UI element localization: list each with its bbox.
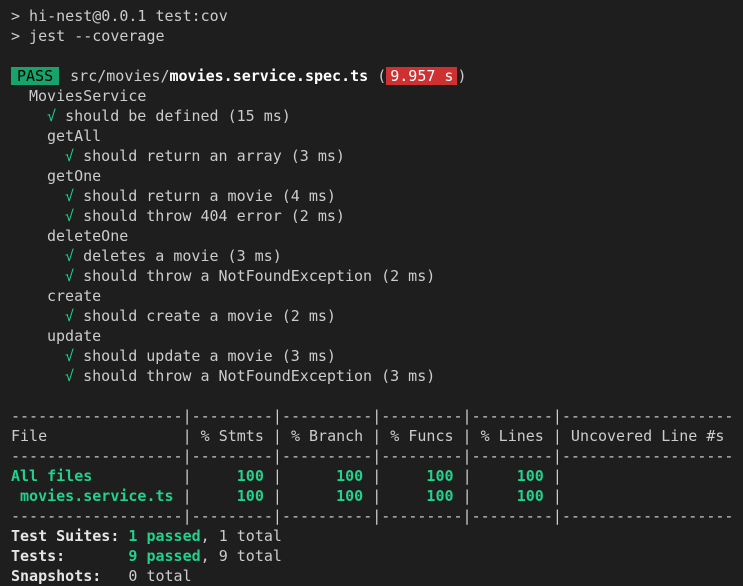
test-case-label: should throw a NotFoundException (2 ms) <box>83 267 436 285</box>
summary-suites-label: Test Suites: <box>11 527 120 545</box>
test-case: √ should throw a NotFoundException (3 ms… <box>0 366 743 386</box>
check-icon: √ <box>65 187 75 205</box>
describe-group-name: getOne <box>47 167 102 185</box>
summary-suites-passed: 1 passed <box>128 527 201 545</box>
command-line-2: > jest --coverage <box>11 27 165 45</box>
check-icon: √ <box>65 207 75 225</box>
table-separator: -------------------|---------|----------… <box>11 407 734 425</box>
check-icon: √ <box>65 367 75 385</box>
spec-path-dir: src/movies/ <box>70 67 170 85</box>
test-case: √ should return an array (3 ms) <box>0 146 743 166</box>
test-case-label: should be defined (15 ms) <box>65 107 291 125</box>
coverage-lines: 100 <box>471 467 553 485</box>
coverage-table: -------------------|---------|----------… <box>0 406 743 526</box>
test-case-label: should return an array (3 ms) <box>83 147 345 165</box>
test-case: √ should throw a NotFoundException (2 ms… <box>0 266 743 286</box>
table-row: movies.service.ts | 100 | 100 | 100 | 10… <box>0 486 743 506</box>
coverage-funcs: 100 <box>381 467 463 485</box>
coverage-uncovered <box>562 487 734 505</box>
test-case: √ should return a movie (4 ms) <box>0 186 743 206</box>
test-case: √ should be defined (15 ms) <box>0 106 743 126</box>
describe-group-name: update <box>47 327 102 345</box>
check-icon: √ <box>65 147 75 165</box>
test-case: √ should create a movie (2 ms) <box>0 306 743 326</box>
test-case-label: should update a movie (3 ms) <box>83 347 336 365</box>
describe-group-name: deleteOne <box>47 227 129 245</box>
coverage-file: movies.service.ts <box>11 487 183 505</box>
summary-tests-passed: 9 passed <box>128 547 201 565</box>
suite-name: MoviesService <box>29 87 147 105</box>
summary-tests-total: , 9 total <box>200 547 282 565</box>
summary-snapshots-label: Snapshots: <box>11 567 102 585</box>
table-separator: -------------------|---------|----------… <box>11 447 734 465</box>
coverage-uncovered <box>562 467 734 485</box>
summary-snapshots-value: 0 total <box>128 567 192 585</box>
coverage-stmts: 100 <box>191 487 273 505</box>
test-case-label: should throw 404 error (2 ms) <box>83 207 345 225</box>
coverage-stmts: 100 <box>191 467 273 485</box>
coverage-funcs: 100 <box>381 487 463 505</box>
test-suite-tree: MoviesService √ should be defined (15 ms)… <box>0 86 743 386</box>
table-separator: -------------------|---------|----------… <box>11 507 734 525</box>
summary-snapshots: Snapshots: 0 total <box>0 566 743 586</box>
check-icon: √ <box>65 347 75 365</box>
check-icon: √ <box>65 247 75 265</box>
summary-tests-label: Tests: <box>11 547 66 565</box>
coverage-file: All files <box>11 467 183 485</box>
table-header: File | % Stmts | % Branch | % Funcs | % … <box>11 427 734 445</box>
check-icon: √ <box>65 267 75 285</box>
test-case: √ should update a movie (3 ms) <box>0 346 743 366</box>
test-case-label: deletes a movie (3 ms) <box>83 247 282 265</box>
summary-test-suites: Test Suites: 1 passed, 1 total <box>0 526 743 546</box>
test-case-label: should create a movie (2 ms) <box>83 307 336 325</box>
duration-badge: 9.957 s <box>386 67 458 85</box>
describe-group-name: getAll <box>47 127 102 145</box>
spec-path-file: movies.service.spec.ts <box>169 67 369 85</box>
summary-tests: Tests: 9 passed, 9 total <box>0 546 743 566</box>
table-row: All files | 100 | 100 | 100 | 100 | <box>0 466 743 486</box>
coverage-branch: 100 <box>281 467 373 485</box>
coverage-lines: 100 <box>471 487 553 505</box>
pass-badge: PASS <box>11 67 60 85</box>
test-case-label: should return a movie (4 ms) <box>83 187 336 205</box>
summary-suites-total: , 1 total <box>200 527 282 545</box>
test-case: √ should throw 404 error (2 ms) <box>0 206 743 226</box>
test-case-label: should throw a NotFoundException (3 ms) <box>83 367 436 385</box>
command-line-1: > hi-nest@0.0.1 test:cov <box>11 7 228 25</box>
check-icon: √ <box>65 307 75 325</box>
describe-group-name: create <box>47 287 102 305</box>
test-result-line: PASS src/movies/movies.service.spec.ts (… <box>0 66 743 86</box>
coverage-branch: 100 <box>281 487 373 505</box>
terminal-output: > hi-nest@0.0.1 test:cov > jest --covera… <box>0 6 743 586</box>
test-case: √ deletes a movie (3 ms) <box>0 246 743 266</box>
check-icon: √ <box>47 107 57 125</box>
